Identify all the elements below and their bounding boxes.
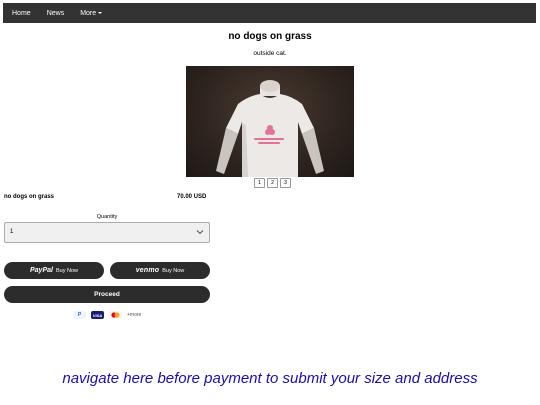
chevron-down-icon: [196, 230, 204, 235]
size-address-link[interactable]: navigate here before payment to submit y…: [0, 370, 540, 387]
nav-more-label: More: [80, 9, 97, 17]
gallery-pager: 1 2 3: [254, 178, 291, 188]
product-name: no dogs on grass: [4, 194, 55, 200]
nav-news-link[interactable]: News: [47, 10, 65, 17]
quantity-select[interactable]: 1: [4, 222, 210, 243]
paypal-buy-now-button[interactable]: PayPal Buy Now: [4, 262, 104, 279]
paypal-mark-icon: P: [73, 311, 86, 319]
product-photo[interactable]: [186, 66, 354, 177]
more-methods-label: +more: [127, 312, 142, 318]
nav-more-dropdown[interactable]: More: [80, 9, 103, 17]
page-title: no dogs on grass: [228, 31, 312, 42]
t-shirt-photo-icon: [216, 80, 324, 177]
mastercard-mark-icon: [109, 311, 122, 319]
nav-home-link[interactable]: Home: [12, 10, 31, 17]
venmo-buy-now-label: Buy Now: [162, 267, 185, 274]
top-navbar: Home News More: [3, 3, 536, 23]
product-subtitle: outside cat.: [253, 50, 287, 57]
paypal-logo-text: PayPal: [30, 267, 53, 274]
paypal-buy-now-label: Buy Now: [55, 267, 78, 274]
gallery-page-2-button[interactable]: 2: [267, 178, 278, 188]
gallery-page-1-button[interactable]: 1: [254, 178, 265, 188]
payment-marks: P VISA +more: [73, 311, 141, 319]
proceed-button[interactable]: Proceed: [4, 286, 210, 303]
product-price: 70.00 USD: [177, 194, 207, 200]
quantity-label: Quantity: [96, 214, 118, 220]
visa-mark-icon: VISA: [91, 311, 104, 319]
venmo-buy-now-button[interactable]: venmo Buy Now: [110, 262, 210, 279]
quantity-value: 1: [10, 229, 14, 235]
caret-down-icon: [98, 11, 103, 14]
gallery-page-3-button[interactable]: 3: [280, 178, 291, 188]
venmo-logo-text: venmo: [135, 267, 160, 274]
